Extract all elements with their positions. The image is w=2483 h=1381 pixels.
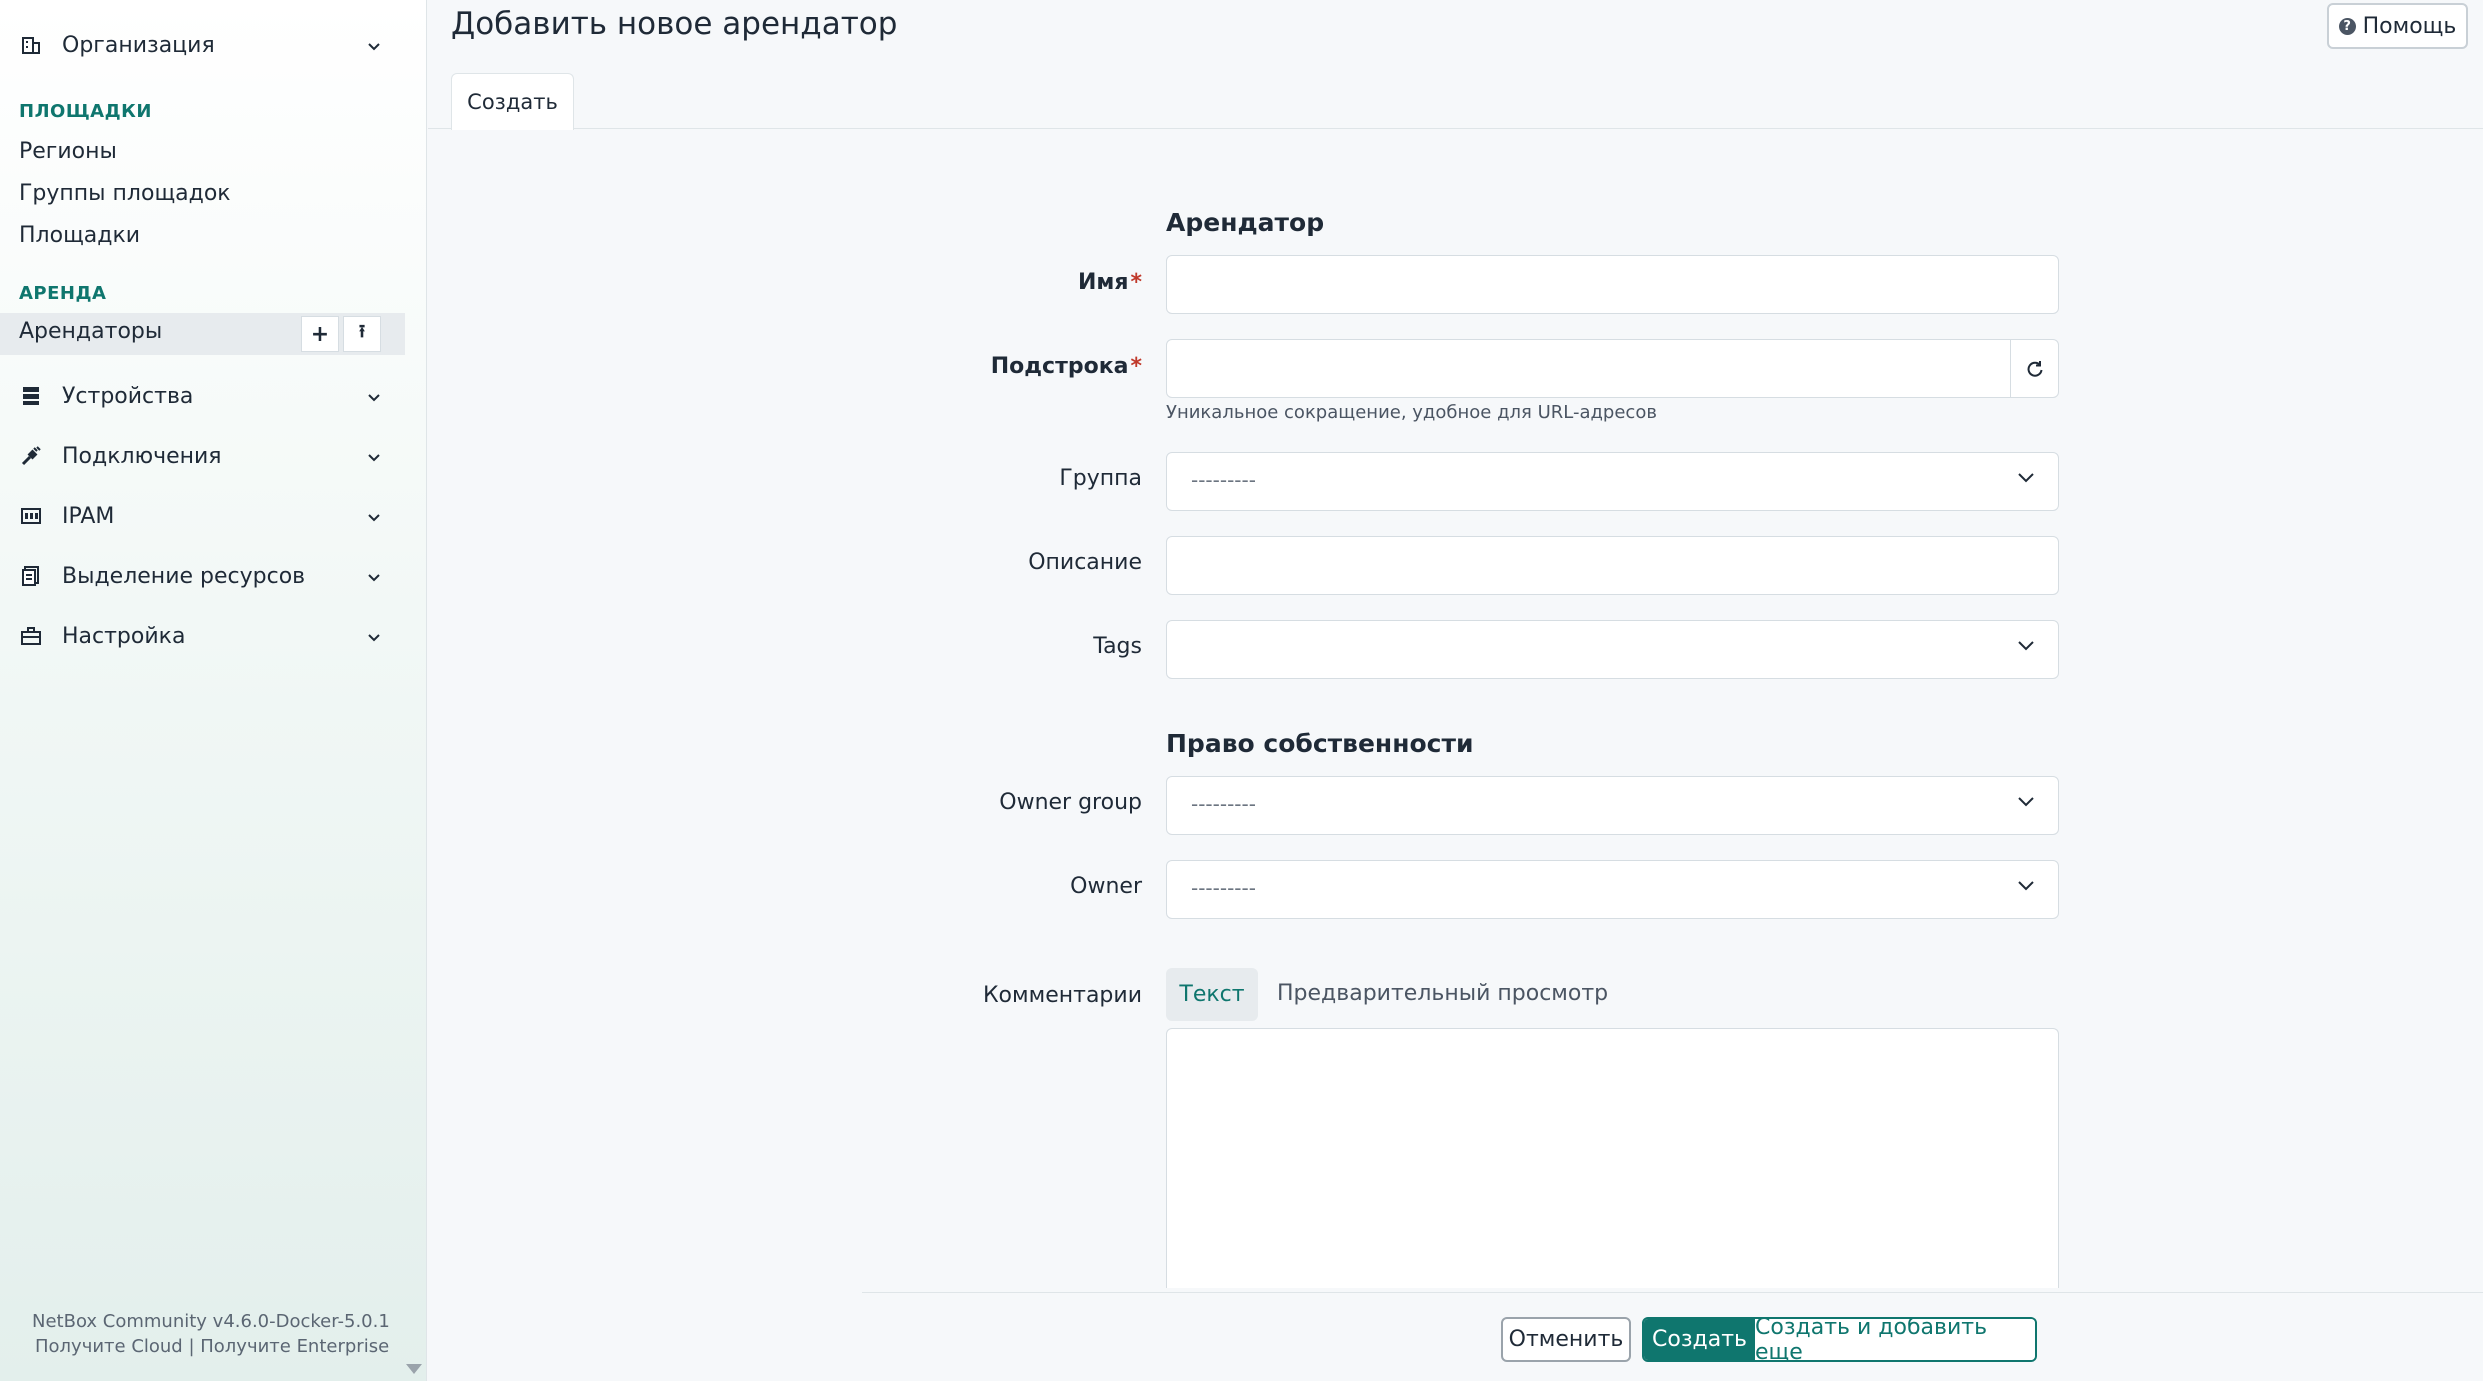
description-label: Описание [1028, 550, 1142, 575]
owner-label: Owner [1070, 874, 1142, 899]
sidebar-group-sites: ПЛОЩАДКИ [19, 101, 152, 122]
name-input[interactable] [1166, 255, 2059, 314]
sidebar-section-organization[interactable]: Организация [0, 15, 405, 75]
sidebar-item-site-groups[interactable]: Группы площадок [19, 181, 231, 206]
slug-label-text: Подстрока [990, 354, 1129, 379]
tab-markdown-preview[interactable]: Предварительный просмотр [1277, 981, 1608, 1006]
chevron-down-icon [2016, 470, 2036, 489]
chevron-down-icon [367, 504, 381, 529]
add-tenant-button[interactable]: + [301, 316, 339, 352]
description-input[interactable] [1166, 536, 2059, 595]
owner-select[interactable]: --------- [1166, 860, 2059, 919]
name-label-text: Имя [1077, 270, 1129, 295]
required-mark: * [1130, 270, 1142, 295]
server-icon [20, 385, 42, 407]
sidebar-section-label: IPAM [62, 503, 115, 529]
chevron-down-icon [2016, 878, 2036, 897]
tab-markdown-text[interactable]: Текст [1166, 968, 1258, 1021]
sidebar-item-regions[interactable]: Регионы [19, 139, 117, 164]
chevron-down-icon [367, 444, 381, 469]
comments-textarea[interactable] [1166, 1028, 2059, 1288]
sidebar-section-label: Устройства [62, 383, 194, 409]
sidebar: Организация ПЛОЩАДКИ Регионы Группы площ… [0, 0, 427, 1381]
tags-label: Tags [1093, 634, 1142, 659]
slug-hint: Уникальное сокращение, удобное для URL-а… [1166, 402, 1657, 423]
sidebar-section-label: Подключения [62, 443, 222, 469]
document-icon [20, 565, 42, 587]
chevron-down-icon [2016, 638, 2036, 657]
comments-label: Комментарии [982, 983, 1142, 1008]
chevron-down-icon [367, 384, 381, 409]
chevron-down-icon [367, 564, 381, 589]
owner-group-select-value: --------- [1191, 792, 1256, 816]
actions-divider [862, 1292, 2483, 1293]
sidebar-section-label: Выделение ресурсов [62, 563, 306, 589]
footer-links[interactable]: Получите Cloud | Получите Enterprise [35, 1336, 389, 1357]
sidebar-section-connections[interactable]: Подключения [0, 426, 405, 486]
create-button[interactable]: Создать [1644, 1319, 1755, 1360]
section-heading-tenant: Арендатор [1166, 208, 1325, 237]
chevron-down-icon [367, 33, 381, 58]
refresh-icon [2027, 360, 2042, 377]
slug-label: Подстрока* [991, 354, 1142, 379]
toolbox-icon [20, 625, 42, 647]
sidebar-section-devices[interactable]: Устройства [0, 366, 405, 426]
cancel-button[interactable]: Отменить [1501, 1317, 1631, 1362]
group-label: Группа [1059, 466, 1142, 491]
tags-select[interactable] [1166, 620, 2059, 679]
help-button-label: Помощь [2362, 13, 2457, 39]
owner-group-label: Owner group [999, 790, 1142, 815]
create-and-add-another-button[interactable]: Создать и добавить еще [1755, 1319, 2035, 1360]
ip-network-icon [20, 505, 42, 527]
sidebar-item-tenants[interactable]: Арендаторы + ⭱ [0, 313, 405, 355]
regenerate-slug-button[interactable] [2010, 340, 2058, 397]
question-circle-icon: ? [2338, 17, 2356, 35]
import-tenants-button[interactable]: ⭱ [343, 316, 381, 352]
sidebar-item-label: Арендаторы [19, 319, 163, 344]
version-text: NetBox Community v4.6.0-Docker-5.0.1 [32, 1311, 390, 1332]
owner-group-select[interactable]: --------- [1166, 776, 2059, 835]
slug-input[interactable] [1166, 339, 2059, 398]
name-label: Имя* [1078, 270, 1142, 295]
sidebar-section-ipam[interactable]: IPAM [0, 486, 405, 546]
chevron-down-icon [367, 624, 381, 649]
plug-icon [20, 445, 42, 467]
sidebar-group-tenancy: АРЕНДА [19, 283, 107, 304]
group-select-value: --------- [1191, 468, 1256, 492]
sidebar-section-label: Организация [62, 32, 215, 58]
required-mark: * [1130, 354, 1142, 379]
section-heading-ownership: Право собственности [1166, 729, 1474, 758]
help-button[interactable]: ? Помощь [2327, 3, 2468, 49]
sidebar-section-provisioning[interactable]: Выделение ресурсов [0, 546, 405, 606]
page-title: Добавить новое арендатор [451, 6, 898, 42]
chevron-down-icon [2016, 794, 2036, 813]
sidebar-section-label: Настройка [62, 623, 186, 649]
building-icon [20, 34, 42, 56]
group-select[interactable]: --------- [1166, 452, 2059, 511]
submit-button-group: Создать Создать и добавить еще [1642, 1317, 2037, 1362]
sidebar-item-sites[interactable]: Площадки [19, 223, 140, 248]
tab-create[interactable]: Создать [451, 73, 574, 130]
sidebar-section-customization[interactable]: Настройка [0, 606, 405, 666]
scroll-down-icon[interactable] [406, 1364, 422, 1374]
tab-bar-divider [428, 128, 2483, 129]
owner-select-value: --------- [1191, 876, 1256, 900]
